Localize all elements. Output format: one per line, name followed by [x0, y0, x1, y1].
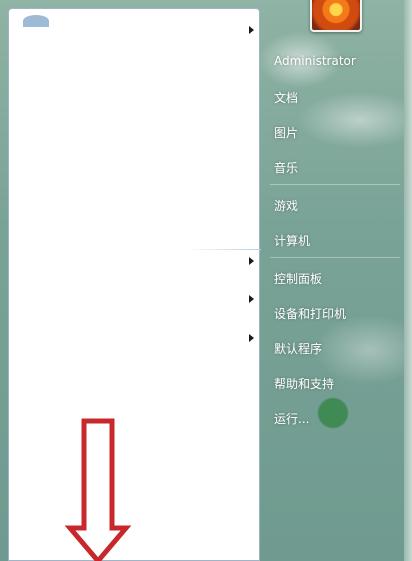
divider [270, 257, 400, 258]
submenu-arrow-icon[interactable] [249, 257, 254, 265]
submenu-arrow-icon[interactable] [249, 334, 254, 342]
menu-item-music[interactable]: 音乐 [274, 159, 298, 176]
red-down-arrow-icon [64, 418, 132, 561]
menu-item-pictures[interactable]: 图片 [274, 124, 298, 141]
menu-item-user[interactable]: Administrator [274, 54, 356, 68]
menu-item-run[interactable]: 运行... [274, 410, 309, 427]
window-edge [404, 0, 412, 561]
menu-item-help-support[interactable]: 帮助和支持 [274, 375, 334, 392]
menu-item-computer[interactable]: 计算机 [274, 232, 310, 249]
program-icon [23, 15, 49, 27]
submenu-arrow-icon[interactable] [249, 26, 254, 34]
menu-item-documents[interactable]: 文档 [274, 89, 298, 106]
user-avatar[interactable] [310, 0, 362, 32]
submenu-arrow-icon[interactable] [249, 295, 254, 303]
menu-item-devices-printers[interactable]: 设备和打印机 [274, 305, 346, 322]
menu-item-default-programs[interactable]: 默认程序 [274, 340, 322, 357]
divider [270, 184, 400, 185]
menu-item-games[interactable]: 游戏 [274, 197, 298, 214]
divider [186, 249, 261, 250]
menu-item-control-panel[interactable]: 控制面板 [274, 270, 322, 287]
program-list-pane[interactable] [8, 8, 261, 561]
